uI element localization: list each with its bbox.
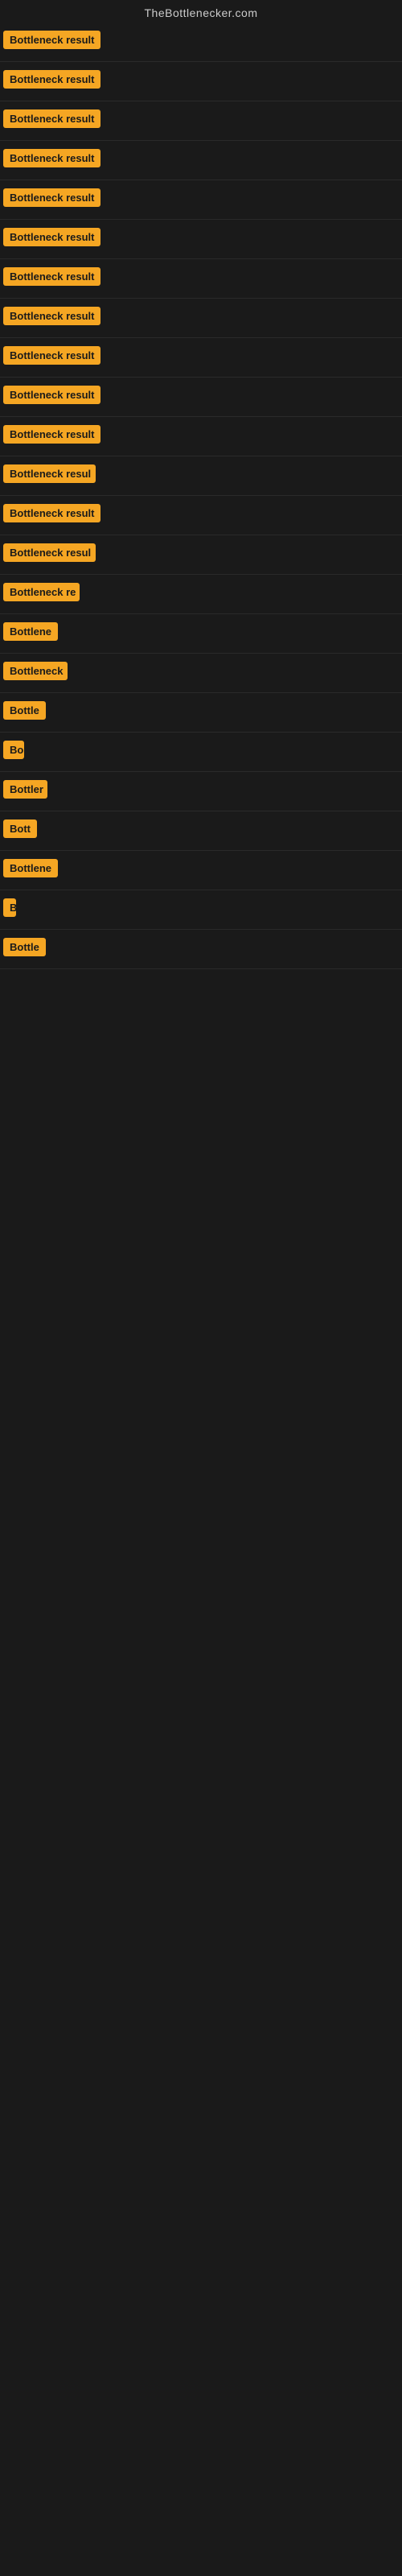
bottleneck-result-badge[interactable]: Bottleneck result	[3, 425, 100, 444]
bottleneck-result-badge[interactable]: Bottleneck result	[3, 346, 100, 365]
site-title: TheBottlenecker.com	[0, 0, 402, 23]
list-item: Bottleneck result	[0, 101, 402, 141]
bottleneck-result-badge[interactable]: Bott	[3, 819, 37, 838]
list-item: Bottleneck result	[0, 338, 402, 378]
list-item: Bottleneck result	[0, 299, 402, 338]
list-item: B	[0, 890, 402, 930]
list-item: Bottleneck result	[0, 23, 402, 62]
bottleneck-result-badge[interactable]: Bottleneck result	[3, 267, 100, 286]
bottleneck-result-badge[interactable]: Bottleneck result	[3, 109, 100, 128]
list-item: Bottleneck re	[0, 575, 402, 614]
bottleneck-result-badge[interactable]: Bottleneck result	[3, 149, 100, 167]
list-item: Bottlene	[0, 614, 402, 654]
list-item: Bottleneck result	[0, 378, 402, 417]
list-item: Bottleneck result	[0, 417, 402, 456]
bottleneck-result-badge[interactable]: Bottlene	[3, 859, 58, 877]
site-title-container: TheBottlenecker.com	[0, 0, 402, 23]
list-item: Bottleneck result	[0, 141, 402, 180]
list-item: Bottleneck resul	[0, 535, 402, 575]
bottleneck-result-badge[interactable]: Bottle	[3, 701, 46, 720]
list-item: Bottleneck	[0, 654, 402, 693]
bottleneck-result-badge[interactable]: Bottler	[3, 780, 47, 799]
list-item: Bottler	[0, 772, 402, 811]
list-item: Bottleneck result	[0, 62, 402, 101]
list-item: Bo	[0, 733, 402, 772]
bottleneck-result-badge[interactable]: Bottleneck result	[3, 188, 100, 207]
list-item: Bottleneck result	[0, 220, 402, 259]
list-item: Bottle	[0, 930, 402, 969]
bottleneck-result-badge[interactable]: Bottleneck result	[3, 228, 100, 246]
bottleneck-result-badge[interactable]: Bottleneck resul	[3, 464, 96, 483]
bottleneck-result-badge[interactable]: Bottle	[3, 938, 46, 956]
list-item: Bottleneck result	[0, 259, 402, 299]
bottleneck-result-badge[interactable]: B	[3, 898, 16, 917]
list-item: Bottleneck result	[0, 180, 402, 220]
list-item: Bottleneck result	[0, 496, 402, 535]
bottleneck-result-badge[interactable]: Bo	[3, 741, 24, 759]
list-item: Bottleneck resul	[0, 456, 402, 496]
list-item: Bottle	[0, 693, 402, 733]
bottleneck-result-badge[interactable]: Bottleneck result	[3, 386, 100, 404]
rows-container: Bottleneck result Bottleneck result Bottle…	[0, 23, 402, 969]
list-item: Bott	[0, 811, 402, 851]
bottleneck-result-badge[interactable]: Bottleneck resul	[3, 543, 96, 562]
bottleneck-result-badge[interactable]: Bottlene	[3, 622, 58, 641]
bottleneck-result-badge[interactable]: Bottleneck result	[3, 504, 100, 522]
bottleneck-result-badge[interactable]: Bottleneck result	[3, 307, 100, 325]
bottleneck-result-badge[interactable]: Bottleneck re	[3, 583, 80, 601]
list-item: Bottlene	[0, 851, 402, 890]
bottleneck-result-badge[interactable]: Bottleneck result	[3, 70, 100, 89]
bottleneck-result-badge[interactable]: Bottleneck	[3, 662, 68, 680]
bottleneck-result-badge[interactable]: Bottleneck result	[3, 31, 100, 49]
